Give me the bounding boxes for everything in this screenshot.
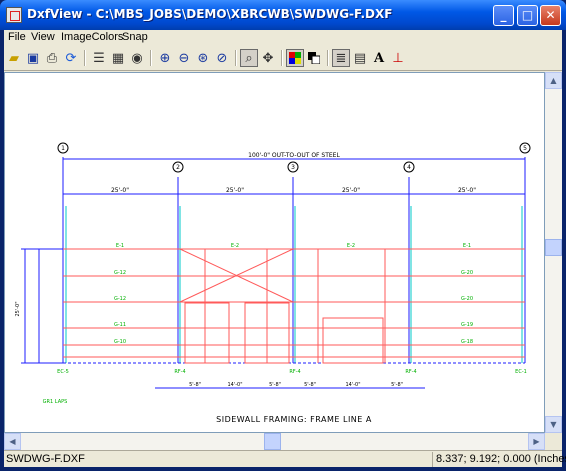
refresh-icon[interactable]: ⟳ (62, 49, 80, 67)
status-coordinates: 8.337; 9.192; 0.000 (Inches) (436, 453, 566, 465)
door-dim: 5'-8" (189, 382, 201, 388)
toolbar-separator (84, 50, 86, 66)
door-dim: 5'-8" (269, 382, 281, 388)
status-bar: SWDWG-F.DXF 8.337; 9.192; 0.000 (Inches) (4, 450, 566, 468)
menu-bar: File View ImageColors Snap (4, 30, 562, 46)
bay-dim-3: 25'-0" (342, 187, 360, 194)
eave-label-4: E-1 (463, 243, 471, 249)
title-bar[interactable]: DxfView - C:\MBS_JOBS\DEMO\XBRCWB\SWDWG-… (0, 0, 566, 30)
menu-view[interactable]: View (31, 31, 55, 43)
door-dim: 14'-0" (227, 382, 242, 388)
minimize-button[interactable]: _ (493, 5, 514, 26)
vertical-scroll-thumb[interactable] (545, 239, 562, 256)
door-dim: 5'-8" (304, 382, 316, 388)
bay-dim-4: 25'-0" (458, 187, 476, 194)
menu-snap[interactable]: Snap (122, 31, 148, 43)
col-label: RF-4 (289, 369, 300, 375)
eave-label-2: E-2 (231, 243, 239, 249)
height-dim-text: 25'-0" (15, 301, 21, 316)
eave-label-3: E-2 (347, 243, 355, 249)
scroll-left-icon[interactable]: ◀ (4, 433, 21, 450)
window-title: DxfView - C:\MBS_JOBS\DEMO\XBRCWB\SWDWG-… (27, 7, 393, 21)
bay-dim-2: 25'-0" (226, 187, 244, 194)
monochrome-icon[interactable] (305, 49, 323, 67)
girt-label: G-18 (461, 339, 473, 345)
maximize-button[interactable]: □ (517, 5, 538, 26)
toolbar: ▰ ▣ ⎙ ⟳ ☰ ▦ ◉ ⊕ ⊖ ⊛ ⊘ ⌕ ✥ ≣ ▤ A ⊥ (4, 46, 562, 71)
zoom-out-icon[interactable]: ⊖ (175, 49, 193, 67)
grid-label-5: 5 (523, 145, 527, 152)
close-button[interactable]: ✕ (540, 5, 561, 26)
eave-label-1: E-1 (116, 243, 124, 249)
grid-label-4: 4 (407, 164, 411, 171)
scroll-right-icon[interactable]: ▶ (528, 433, 545, 450)
toolbar-separator (281, 50, 283, 66)
properties-icon[interactable]: ▤ (351, 49, 369, 67)
horizontal-scrollbar[interactable]: ◀ ▶ (4, 433, 545, 450)
open-folder-icon[interactable]: ▰ (5, 49, 23, 67)
status-separator (432, 452, 433, 467)
view-eye-icon[interactable]: ◉ (128, 49, 146, 67)
blocks-icon[interactable]: ▦ (109, 49, 127, 67)
color-mode-icon[interactable] (286, 49, 304, 67)
girt-label: G-19 (461, 322, 473, 328)
girt-label: G-20 (461, 296, 473, 302)
text-icon[interactable]: A (370, 49, 388, 67)
girt-label: G-12 (114, 296, 126, 302)
toolbar-separator (150, 50, 152, 66)
note-left: GR1 LAPS (43, 399, 68, 405)
zoom-extents-icon[interactable]: ⊛ (194, 49, 212, 67)
grid-label-1: 1 (61, 145, 65, 152)
layers-icon[interactable]: ☰ (90, 49, 108, 67)
door-dim: 5'-8" (391, 382, 403, 388)
axis-icon[interactable]: ⊥ (389, 49, 407, 67)
app-icon[interactable] (6, 7, 22, 23)
save-icon[interactable]: ▣ (24, 49, 42, 67)
zoom-window-icon[interactable]: ⌕ (240, 49, 258, 67)
list-view-icon[interactable]: ≣ (332, 49, 350, 67)
client-area: File View ImageColors Snap ▰ ▣ ⎙ ⟳ ☰ ▦ ◉… (4, 30, 566, 468)
zoom-previous-icon[interactable]: ⊘ (213, 49, 231, 67)
vertical-scrollbar[interactable]: ▲ ▼ (545, 72, 562, 433)
status-filename: SWDWG-F.DXF (6, 453, 85, 465)
col-label: RF-4 (405, 369, 416, 375)
toolbar-separator (327, 50, 329, 66)
girt-label: G-12 (114, 270, 126, 276)
bay-dim-1: 25'-0" (111, 187, 129, 194)
scroll-down-icon[interactable]: ▼ (545, 416, 562, 433)
col-label: EC-5 (57, 369, 69, 375)
col-label: RF-4 (174, 369, 185, 375)
door-frame-3 (322, 317, 384, 364)
menu-imagecolors[interactable]: ImageColors (61, 31, 123, 43)
app-window: DxfView - C:\MBS_JOBS\DEMO\XBRCWB\SWDWG-… (0, 0, 566, 471)
col-label: EC-1 (515, 369, 527, 375)
pan-icon[interactable]: ✥ (259, 49, 277, 67)
door-dim: 14'-0" (345, 382, 360, 388)
girt-label: G-11 (114, 322, 126, 328)
drawing-subtitle: SIDEWALL FRAMING: FRAME LINE A (216, 415, 372, 424)
color-mode-swatch (289, 52, 301, 64)
girt-label: G-10 (114, 339, 126, 345)
scroll-up-icon[interactable]: ▲ (545, 72, 562, 89)
toolbar-separator (235, 50, 237, 66)
drawing-canvas[interactable]: 1 2 3 4 5 100'-0" OUT-TO-OUT OF STEEL 25… (4, 72, 545, 433)
dxf-drawing: 1 2 3 4 5 100'-0" OUT-TO-OUT OF STEEL 25… (15, 142, 531, 424)
menu-file[interactable]: File (8, 31, 26, 43)
grid-label-3: 3 (291, 164, 295, 171)
overall-dim-text: 100'-0" OUT-TO-OUT OF STEEL (248, 152, 340, 159)
door-frame-1 (184, 302, 230, 364)
print-icon[interactable]: ⎙ (43, 49, 61, 67)
zoom-in-icon[interactable]: ⊕ (156, 49, 174, 67)
horizontal-scroll-thumb[interactable] (264, 433, 281, 450)
girt-label: G-20 (461, 270, 473, 276)
grid-label-2: 2 (176, 164, 180, 171)
monochrome-swatch (308, 52, 320, 64)
